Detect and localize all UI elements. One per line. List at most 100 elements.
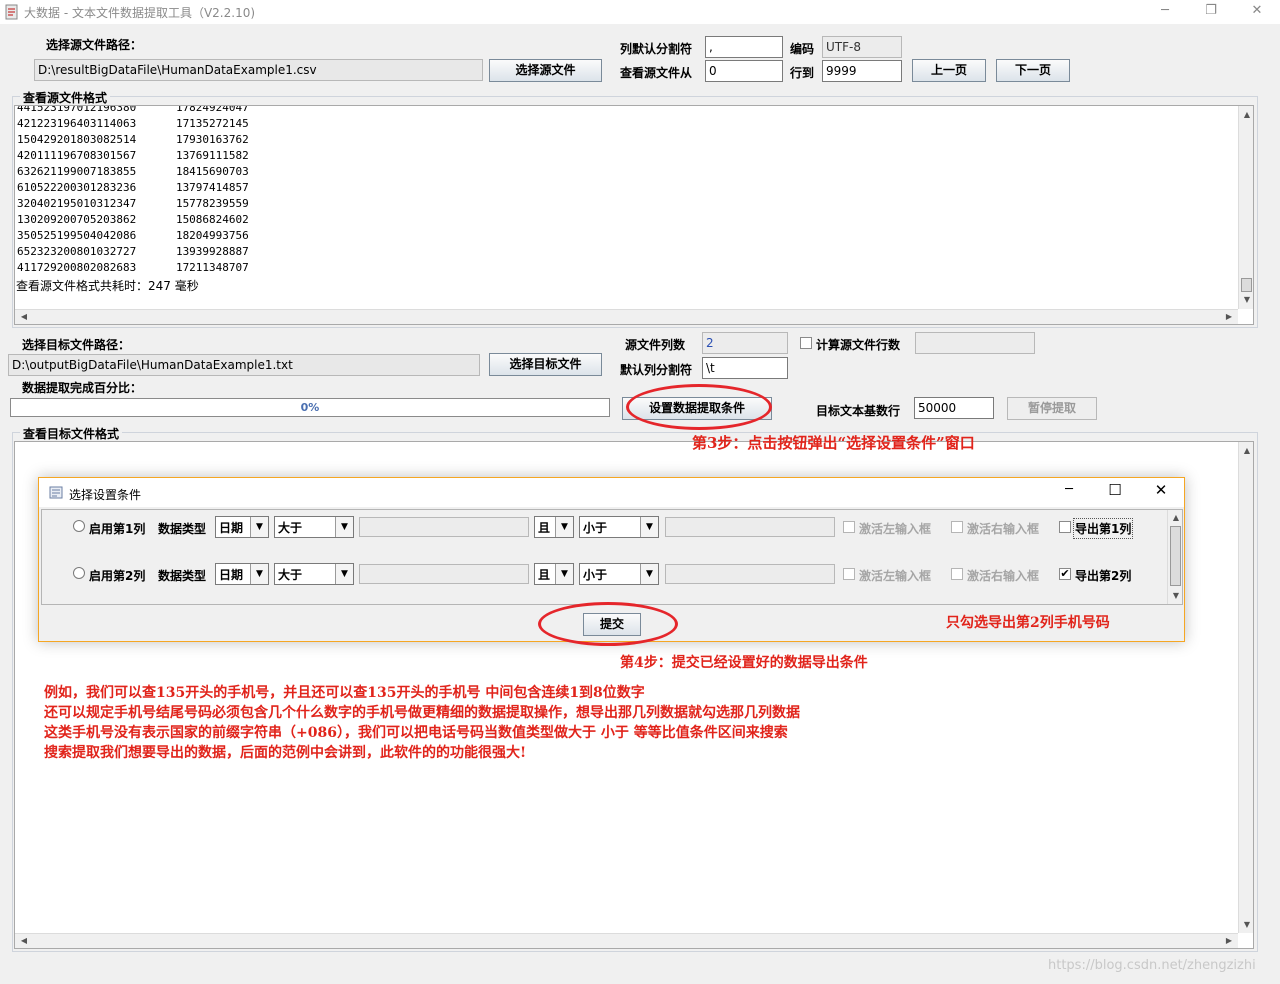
scroll-thumb[interactable] xyxy=(1241,278,1252,292)
dialog-minimize-button[interactable]: ─ xyxy=(1054,482,1084,497)
operator-right-select[interactable]: 小于 ▼ xyxy=(579,516,659,538)
restore-button[interactable]: ❐ xyxy=(1188,0,1234,24)
scroll-thumb[interactable] xyxy=(1170,526,1181,586)
source-vertical-scrollbar[interactable]: ▲ ▼ xyxy=(1238,106,1253,309)
scroll-up-icon[interactable]: ▲ xyxy=(1240,108,1253,122)
scroll-down-icon[interactable]: ▼ xyxy=(1169,589,1182,603)
source-path-field[interactable]: D:\resultBigDataFile\HumanDataExample1.c… xyxy=(34,59,483,81)
description-line: 还可以规定手机号结尾号码必须包含几个什么数字的手机号做更精细的数据提取操作，想导… xyxy=(44,705,800,721)
left-value-input[interactable] xyxy=(359,564,529,584)
right-value-input[interactable] xyxy=(665,564,835,584)
dialog-vertical-scrollbar[interactable]: ▲ ▼ xyxy=(1167,510,1182,604)
scroll-right-icon[interactable]: ▶ xyxy=(1222,934,1236,948)
conjunction-select[interactable]: 且 ▼ xyxy=(534,563,574,585)
source-preview-textarea[interactable]: 441523197012196380 17824924047 421223196… xyxy=(14,105,1254,325)
export-column-2-label: 导出第2列 xyxy=(1075,569,1132,583)
source-delimiter-label: 列默认分割符 xyxy=(620,42,693,56)
operator-left-select[interactable]: 大于 ▼ xyxy=(274,516,354,538)
target-delimiter-label: 默认列分割符 xyxy=(620,363,693,377)
target-horizontal-scrollbar[interactable]: ◀ ▶ xyxy=(15,933,1238,948)
target-vertical-scrollbar[interactable]: ▲ ▼ xyxy=(1238,442,1253,933)
pause-extract-button[interactable]: 暂停提取 xyxy=(1007,397,1097,420)
highlight-set-conditions xyxy=(626,384,772,430)
count-lines-label: 计算源文件行数 xyxy=(816,338,901,352)
chevron-down-icon: ▼ xyxy=(555,517,573,537)
view-from-field[interactable]: 0 xyxy=(705,60,783,82)
condition-row-2: 启用第2列 数据类型 日期 ▼ 大于 ▼ 且 ▼ 小于 ▼ 激活左输入框 激活右输入框 … xyxy=(39,560,1169,586)
enable-column-1-label: 启用第1列 xyxy=(89,522,146,536)
base-lines-label: 目标文本基数行 xyxy=(816,404,901,418)
next-page-button[interactable]: 下一页 xyxy=(996,59,1070,82)
operator-right-select[interactable]: 小于 ▼ xyxy=(579,563,659,585)
dialog-maximize-button[interactable]: ☐ xyxy=(1100,481,1130,499)
encoding-field: UTF-8 xyxy=(822,36,902,58)
source-elapsed-text: 查看源文件格式共耗时：247 毫秒 xyxy=(16,279,199,293)
export-annotation: 只勾选导出第2列手机号码 xyxy=(946,615,1110,631)
scroll-left-icon[interactable]: ◀ xyxy=(17,310,31,324)
dialog-close-button[interactable]: ✕ xyxy=(1146,481,1176,499)
scroll-up-icon[interactable]: ▲ xyxy=(1240,444,1253,458)
scroll-up-icon[interactable]: ▲ xyxy=(1169,511,1182,525)
java-cup-icon xyxy=(49,486,63,499)
enable-column-2-radio[interactable] xyxy=(73,567,85,579)
encoding-label: 编码 xyxy=(790,42,815,56)
left-value-input[interactable] xyxy=(359,517,529,537)
progress-text: 0% xyxy=(300,401,320,414)
chevron-down-icon: ▼ xyxy=(555,564,573,584)
source-horizontal-scrollbar[interactable]: ◀ ▶ xyxy=(15,309,1238,324)
base-lines-field[interactable]: 50000 xyxy=(914,397,994,419)
prev-page-button[interactable]: 上一页 xyxy=(912,59,986,82)
data-type-label: 数据类型 xyxy=(158,522,207,536)
choose-source-button[interactable]: 选择源文件 xyxy=(489,59,602,82)
target-preview-title: 查看目标文件格式 xyxy=(20,425,123,442)
scroll-right-icon[interactable]: ▶ xyxy=(1222,310,1236,324)
data-type-select[interactable]: 日期 ▼ xyxy=(215,563,269,585)
source-preview-title: 查看源文件格式 xyxy=(20,89,111,106)
data-type-label: 数据类型 xyxy=(158,569,207,583)
activate-left-checkbox[interactable] xyxy=(843,568,855,580)
count-lines-checkbox[interactable] xyxy=(800,337,812,349)
dialog-title: 选择设置条件 xyxy=(69,488,142,502)
source-path-label: 选择源文件路径： xyxy=(46,38,143,52)
title-bar: 大数据 - 文本文件数据提取工具（V2.2.10) ─ ❐ ✕ xyxy=(0,0,1280,24)
minimize-button[interactable]: ─ xyxy=(1142,0,1188,24)
line-to-label: 行到 xyxy=(790,66,815,80)
activate-right-label: 激活右输入框 xyxy=(967,569,1040,583)
source-delimiter-field[interactable]: , xyxy=(705,36,783,58)
column-count-label: 源文件列数 xyxy=(625,338,686,352)
target-delimiter-field[interactable]: \t xyxy=(702,357,788,379)
conjunction-select[interactable]: 且 ▼ xyxy=(534,516,574,538)
watermark: https://blog.csdn.net/zhengzizhi xyxy=(1048,958,1256,973)
description-block: 例如，我们可以查135开头的手机号，并且还可以查135开头的手机号 中间包含连续… xyxy=(44,683,800,763)
dialog-title-bar: 选择设置条件 ─ ☐ ✕ xyxy=(39,478,1184,507)
highlight-submit xyxy=(538,602,678,646)
check-icon: ✔ xyxy=(1060,567,1070,580)
progress-label: 数据提取完成百分比： xyxy=(22,381,143,395)
right-value-input[interactable] xyxy=(665,517,835,537)
enable-column-2-label: 启用第2列 xyxy=(89,569,146,583)
activate-right-checkbox[interactable] xyxy=(951,568,963,580)
activate-left-checkbox[interactable] xyxy=(843,521,855,533)
operator-left-select[interactable]: 大于 ▼ xyxy=(274,563,354,585)
target-path-label: 选择目标文件路径： xyxy=(22,338,131,352)
export-column-1-checkbox[interactable] xyxy=(1059,521,1071,533)
scroll-down-icon[interactable]: ▼ xyxy=(1240,293,1253,307)
activate-left-label: 激活左输入框 xyxy=(859,522,932,536)
scroll-left-icon[interactable]: ◀ xyxy=(17,934,31,948)
target-path-field[interactable]: D:\outputBigDataFile\HumanDataExample1.t… xyxy=(8,354,480,376)
chevron-down-icon: ▼ xyxy=(640,564,658,584)
data-type-select[interactable]: 日期 ▼ xyxy=(215,516,269,538)
line-to-field[interactable]: 9999 xyxy=(822,60,902,82)
description-line: 例如，我们可以查135开头的手机号，并且还可以查135开头的手机号 中间包含连续… xyxy=(44,685,645,701)
window-title: 大数据 - 文本文件数据提取工具（V2.2.10) xyxy=(24,6,256,20)
export-column-2-checkbox[interactable]: ✔ xyxy=(1059,568,1071,580)
chevron-down-icon: ▼ xyxy=(250,564,268,584)
step3-annotation: 第3步：点击按钮弹出“选择设置条件”窗口 xyxy=(692,434,975,452)
view-from-label: 查看源文件从 xyxy=(620,66,693,80)
activate-right-checkbox[interactable] xyxy=(951,521,963,533)
enable-column-1-radio[interactable] xyxy=(73,520,85,532)
chevron-down-icon: ▼ xyxy=(640,517,658,537)
close-button[interactable]: ✕ xyxy=(1234,0,1280,24)
scroll-down-icon[interactable]: ▼ xyxy=(1240,918,1253,932)
choose-target-button[interactable]: 选择目标文件 xyxy=(489,353,602,376)
